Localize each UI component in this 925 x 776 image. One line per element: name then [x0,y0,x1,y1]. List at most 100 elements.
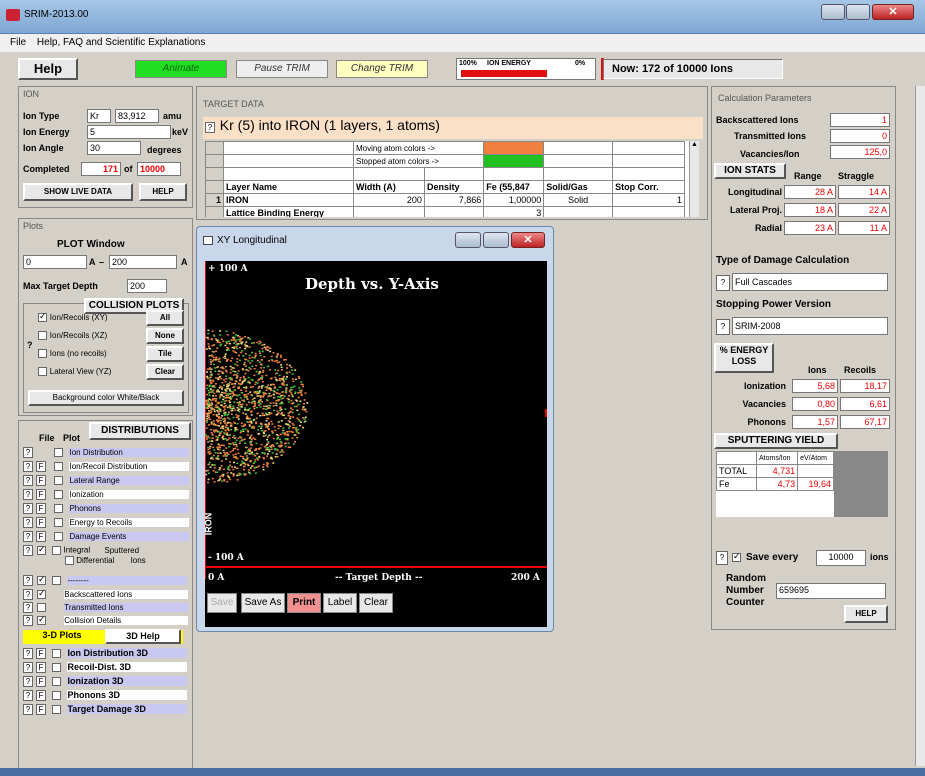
dist-checkbox[interactable] [52,677,62,687]
menu-file[interactable]: File [10,37,26,48]
background-color-button[interactable]: Background color White/Black [28,390,184,406]
collision-action-button[interactable]: All [146,310,184,326]
list-item[interactable]: ? F Lateral Range [23,475,192,487]
dist-help-icon[interactable]: ? [23,575,33,586]
animate-button[interactable]: Animate [135,60,227,78]
file-icon[interactable]: F [36,648,46,660]
dist-checkbox[interactable] [54,532,64,541]
ion-help-button[interactable]: HELP [139,183,187,201]
differential-checkbox[interactable] [65,556,74,566]
save-help-icon[interactable]: ? [716,551,728,565]
dist-checkbox[interactable] [37,574,46,585]
dist-help-icon[interactable]: ? [23,589,33,600]
file-icon[interactable]: F [36,503,46,514]
integral-checkbox[interactable] [52,546,62,555]
ion-energy-field[interactable]: 5 [87,125,171,139]
dist-checkbox[interactable] [52,576,62,585]
max-depth-field[interactable]: 200 [127,279,167,293]
list-item[interactable]: ? F Phonons 3D [23,690,192,702]
target-help-icon[interactable]: ? [205,121,215,133]
lattice-binding-value[interactable]: 3 [483,206,545,217]
plot-save-as-button[interactable]: Save As [241,593,285,613]
dist-help-icon[interactable]: ? [23,704,33,716]
dist-checkbox[interactable] [37,544,46,555]
plot-minimize-button[interactable] [455,232,481,248]
dist-checkbox[interactable] [37,588,46,599]
dist-checkbox[interactable] [54,490,64,499]
layer-name-cell[interactable]: IRON [223,193,354,207]
pause-trim-button[interactable]: Pause TRIM [236,60,328,78]
random-number-field[interactable]: 659695 [776,583,886,599]
list-item[interactable]: ? -------- [23,574,192,587]
plot-close-button[interactable]: ✕ [511,232,545,248]
show-live-data-button[interactable]: SHOW LIVE DATA [23,183,133,201]
change-trim-button[interactable]: Change TRIM [336,60,428,78]
dist-help-icon[interactable]: ? [23,615,33,626]
file-icon[interactable]: F [36,461,46,472]
dist-checkbox[interactable] [54,462,64,471]
dist-help-icon[interactable]: ? [23,447,33,458]
help-button[interactable]: Help [18,58,78,80]
collision-checkbox[interactable] [38,348,47,358]
list-item[interactable]: ? F Target Damage 3D [23,704,192,716]
collision-checkbox[interactable] [38,366,47,376]
collision-action-button[interactable]: Clear [146,364,184,380]
fe-cell[interactable]: 1,00000 [483,193,545,207]
collision-help-icon[interactable]: ? [27,340,33,350]
dist-help-icon[interactable]: ? [23,676,33,688]
stopping-power-field[interactable]: SRIM-2008 [732,317,888,335]
file-icon[interactable]: F [36,489,46,500]
list-item[interactable]: ? F Ionization [23,489,192,501]
collision-row[interactable]: Lateral View (YZ) [38,366,111,377]
dist-checkbox[interactable] [54,504,64,513]
list-item[interactable]: ? F Phonons [23,503,192,515]
dist-help-icon[interactable]: ? [23,690,33,702]
dist-help-icon[interactable]: ? [23,602,33,613]
collision-row[interactable]: Ion/Recoils (XZ) [38,330,107,341]
total-ions-field[interactable]: 10000 [137,162,181,176]
file-icon[interactable]: F [36,676,46,688]
ion-angle-field[interactable]: 30 [87,141,141,155]
save-every-field[interactable]: 10000 [816,550,866,566]
dist-help-icon[interactable]: ? [23,648,33,660]
file-icon[interactable]: F [36,704,46,716]
dist-checkbox[interactable] [52,705,62,715]
plot-print-button[interactable]: Print [287,593,321,613]
list-item[interactable]: ? F Energy to Recoils [23,517,192,529]
stopped-color-swatch[interactable] [483,154,545,168]
dist-help-icon[interactable]: ? [23,531,33,542]
collision-action-button[interactable]: Tile [146,346,184,362]
dist-help-icon[interactable]: ? [23,489,33,500]
dist-checkbox[interactable] [54,518,64,527]
dist-help-icon[interactable]: ? [23,503,33,514]
plot-save-button[interactable]: Save [207,593,237,613]
file-icon[interactable]: F [36,662,46,674]
collision-checkbox[interactable] [38,311,47,322]
maximize-button[interactable] [846,4,870,20]
collision-row[interactable]: Ions (no recoils) [38,348,107,359]
list-item[interactable]: ? Backscattered Ions [23,588,192,601]
close-button[interactable]: ✕ [872,4,914,20]
table-row[interactable]: 1 IRON 200 7,866 1,00000 Solid 1 [205,193,685,207]
stopping-help-icon[interactable]: ? [716,319,730,335]
list-item[interactable]: ? Transmitted Ions [23,602,192,614]
file-icon[interactable]: F [36,531,46,542]
file-icon[interactable]: F [36,517,46,528]
list-item[interactable]: ? Collision Details [23,614,192,627]
dist-checkbox[interactable] [52,663,62,673]
calc-help-button[interactable]: HELP [844,605,888,623]
plot-max-field[interactable]: 200 [109,255,177,269]
plot-maximize-button[interactable] [483,232,509,248]
dist-checkbox[interactable] [52,649,62,659]
dist-help-icon[interactable]: ? [23,461,33,472]
collision-row[interactable]: Ion/Recoils (XY) [38,311,108,323]
corr-cell[interactable]: 1 [612,193,685,207]
plot-label-button[interactable]: Label [323,593,357,613]
dist-checkbox[interactable] [54,448,64,457]
dist-checkbox[interactable] [37,614,46,625]
list-item[interactable]: ? Ion Distribution [23,447,192,459]
list-item[interactable]: ? F Damage Events [23,531,192,543]
list-item[interactable]: ? F Ion Distribution 3D [23,648,192,660]
dist-help-icon[interactable]: ? [23,662,33,674]
list-item[interactable]: ? F Ion/Recoil Distribution [23,461,192,473]
